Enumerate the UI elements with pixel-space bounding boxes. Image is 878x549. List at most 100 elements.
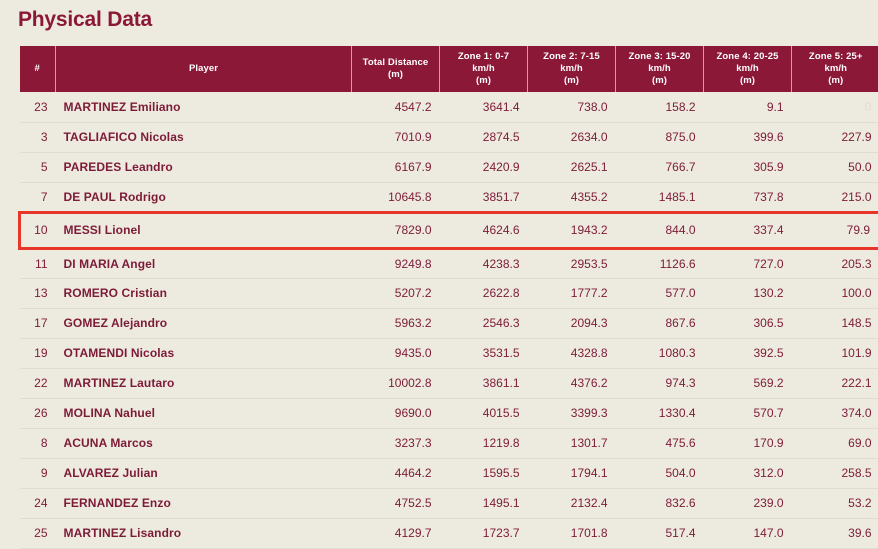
cell-player-name[interactable]: MOLINA Nahuel — [56, 398, 352, 428]
cell-player-name[interactable]: MARTINEZ Emiliano — [56, 92, 352, 122]
cell-jersey-number: 5 — [20, 152, 56, 182]
column-header-player-label: Player — [64, 63, 343, 75]
cell-total-distance: 4129.7 — [352, 518, 440, 548]
cell-zone2: 1777.2 — [528, 278, 616, 308]
cell-zone1: 3861.1 — [440, 368, 528, 398]
column-header-zone1-label: Zone 1: 0-7 km/h — [448, 51, 519, 75]
cell-zone3: 504.0 — [616, 458, 704, 488]
cell-jersey-number: 10 — [20, 212, 56, 248]
cell-zone5: 53.2 — [792, 488, 878, 518]
table-header-row: # Player Total Distance (m) Zone 1: 0-7 … — [20, 46, 878, 92]
cell-zone3: 766.7 — [616, 152, 704, 182]
column-header-total-distance-unit: (m) — [360, 69, 431, 81]
cell-zone2: 4355.2 — [528, 182, 616, 212]
cell-zone4: 337.4 — [704, 212, 792, 248]
cell-zone5: 205.3 — [792, 248, 878, 278]
cell-player-name[interactable]: ALVAREZ Julian — [56, 458, 352, 488]
cell-zone3: 577.0 — [616, 278, 704, 308]
cell-total-distance: 7829.0 — [352, 212, 440, 248]
table-body: 23MARTINEZ Emiliano4547.23641.4738.0158.… — [20, 92, 878, 548]
table-row[interactable]: 5PAREDES Leandro6167.92420.92625.1766.73… — [20, 152, 878, 182]
table-row[interactable]: 7DE PAUL Rodrigo10645.83851.74355.21485.… — [20, 182, 878, 212]
cell-total-distance: 5207.2 — [352, 278, 440, 308]
cell-zone4: 312.0 — [704, 458, 792, 488]
cell-player-name[interactable]: TAGLIAFICO Nicolas — [56, 122, 352, 152]
cell-zone4: 737.8 — [704, 182, 792, 212]
cell-zone2: 2132.4 — [528, 488, 616, 518]
cell-jersey-number: 3 — [20, 122, 56, 152]
table-row[interactable]: 3TAGLIAFICO Nicolas7010.92874.52634.0875… — [20, 122, 878, 152]
table-row[interactable]: 17GOMEZ Alejandro5963.22546.32094.3867.6… — [20, 308, 878, 338]
table-row[interactable]: 23MARTINEZ Emiliano4547.23641.4738.0158.… — [20, 92, 878, 122]
cell-zone2: 4328.8 — [528, 338, 616, 368]
column-header-zone3[interactable]: Zone 3: 15-20 km/h (m) — [616, 46, 704, 92]
cell-total-distance: 6167.9 — [352, 152, 440, 182]
cell-total-distance: 5963.2 — [352, 308, 440, 338]
cell-zone5: 222.1 — [792, 368, 878, 398]
table-row[interactable]: 26MOLINA Nahuel9690.04015.53399.31330.45… — [20, 398, 878, 428]
table-row[interactable]: 25MARTINEZ Lisandro4129.71723.71701.8517… — [20, 518, 878, 548]
cell-jersey-number: 19 — [20, 338, 56, 368]
cell-player-name[interactable]: PAREDES Leandro — [56, 152, 352, 182]
physical-data-table-container: # Player Total Distance (m) Zone 1: 0-7 … — [18, 46, 878, 549]
cell-zone3: 1485.1 — [616, 182, 704, 212]
cell-zone1: 3531.5 — [440, 338, 528, 368]
cell-player-name[interactable]: OTAMENDI Nicolas — [56, 338, 352, 368]
cell-zone2: 3399.3 — [528, 398, 616, 428]
cell-jersey-number: 8 — [20, 428, 56, 458]
cell-total-distance: 9690.0 — [352, 398, 440, 428]
cell-zone1: 4624.6 — [440, 212, 528, 248]
cell-zone5: 69.0 — [792, 428, 878, 458]
cell-total-distance: 3237.3 — [352, 428, 440, 458]
cell-zone1: 1495.1 — [440, 488, 528, 518]
cell-player-name[interactable]: DI MARIA Angel — [56, 248, 352, 278]
column-header-total-distance[interactable]: Total Distance (m) — [352, 46, 440, 92]
cell-jersey-number: 17 — [20, 308, 56, 338]
cell-player-name[interactable]: GOMEZ Alejandro — [56, 308, 352, 338]
table-row[interactable]: 22MARTINEZ Lautaro10002.83861.14376.2974… — [20, 368, 878, 398]
cell-zone3: 475.6 — [616, 428, 704, 458]
column-header-zone5[interactable]: Zone 5: 25+ km/h (m) — [792, 46, 878, 92]
cell-zone3: 974.3 — [616, 368, 704, 398]
table-row[interactable]: 11DI MARIA Angel9249.84238.32953.51126.6… — [20, 248, 878, 278]
table-row-highlighted[interactable]: 10MESSI Lionel7829.04624.61943.2844.0337… — [20, 212, 878, 248]
table-header: # Player Total Distance (m) Zone 1: 0-7 … — [20, 46, 878, 92]
cell-zone4: 305.9 — [704, 152, 792, 182]
cell-zone1: 4015.5 — [440, 398, 528, 428]
column-header-zone4[interactable]: Zone 4: 20-25 km/h (m) — [704, 46, 792, 92]
cell-player-name[interactable]: MARTINEZ Lautaro — [56, 368, 352, 398]
cell-player-name[interactable]: MARTINEZ Lisandro — [56, 518, 352, 548]
cell-player-name[interactable]: ROMERO Cristian — [56, 278, 352, 308]
cell-zone5: 39.6 — [792, 518, 878, 548]
table-row[interactable]: 24FERNANDEZ Enzo4752.51495.12132.4832.62… — [20, 488, 878, 518]
cell-zone3: 1080.3 — [616, 338, 704, 368]
cell-player-name[interactable]: DE PAUL Rodrigo — [56, 182, 352, 212]
cell-zone3: 875.0 — [616, 122, 704, 152]
cell-zone2: 1794.1 — [528, 458, 616, 488]
table-row[interactable]: 9ALVAREZ Julian4464.21595.51794.1504.031… — [20, 458, 878, 488]
table-row[interactable]: 19OTAMENDI Nicolas9435.03531.54328.81080… — [20, 338, 878, 368]
cell-player-name[interactable]: FERNANDEZ Enzo — [56, 488, 352, 518]
cell-total-distance: 7010.9 — [352, 122, 440, 152]
cell-zone2: 2094.3 — [528, 308, 616, 338]
cell-zone1: 1723.7 — [440, 518, 528, 548]
cell-total-distance: 4752.5 — [352, 488, 440, 518]
cell-zone5: 374.0 — [792, 398, 878, 428]
cell-player-name[interactable]: ACUNA Marcos — [56, 428, 352, 458]
cell-zone4: 570.7 — [704, 398, 792, 428]
cell-zone1: 3851.7 — [440, 182, 528, 212]
cell-zone4: 399.6 — [704, 122, 792, 152]
column-header-player[interactable]: Player — [56, 46, 352, 92]
table-row[interactable]: 13ROMERO Cristian5207.22622.81777.2577.0… — [20, 278, 878, 308]
cell-zone4: 569.2 — [704, 368, 792, 398]
cell-player-name[interactable]: MESSI Lionel — [56, 212, 352, 248]
table-row[interactable]: 8ACUNA Marcos3237.31219.81301.7475.6170.… — [20, 428, 878, 458]
column-header-number[interactable]: # — [20, 46, 56, 92]
cell-zone5: 0 — [792, 92, 878, 122]
cell-zone4: 130.2 — [704, 278, 792, 308]
cell-zone5: 148.5 — [792, 308, 878, 338]
column-header-zone5-label: Zone 5: 25+ km/h — [800, 51, 872, 75]
cell-zone5: 101.9 — [792, 338, 878, 368]
column-header-zone2[interactable]: Zone 2: 7-15 km/h (m) — [528, 46, 616, 92]
column-header-zone1[interactable]: Zone 1: 0-7 km/h (m) — [440, 46, 528, 92]
